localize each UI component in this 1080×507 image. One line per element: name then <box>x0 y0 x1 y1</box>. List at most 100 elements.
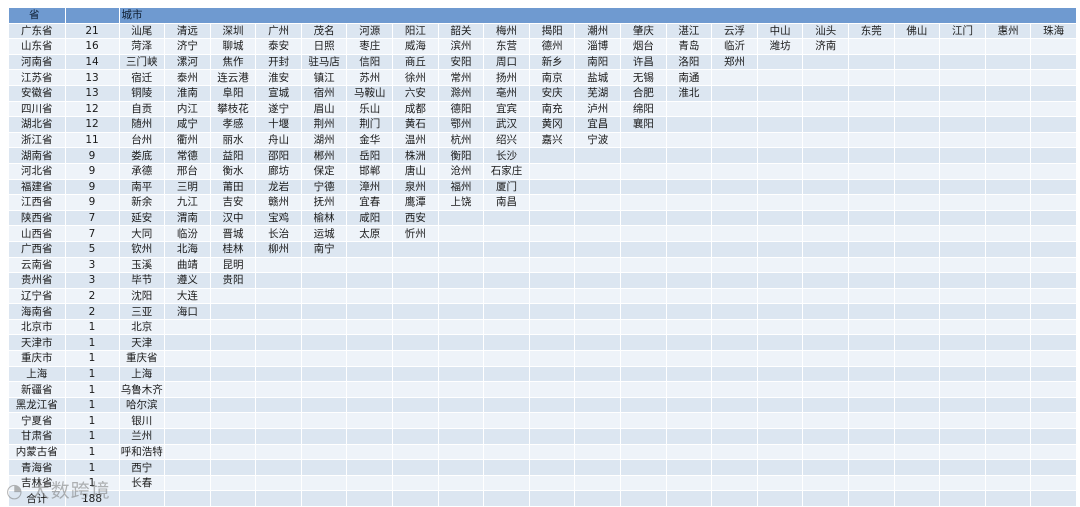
city-cell <box>529 397 576 414</box>
city-cell: 无锡 <box>620 69 667 86</box>
city-cell <box>757 210 804 227</box>
city-cell: 汕尾 <box>119 23 166 40</box>
city-cell <box>802 303 849 320</box>
city-cell: 衡水 <box>210 163 257 180</box>
city-cell: 广州 <box>255 23 302 40</box>
city-cell: 惠州 <box>985 23 1032 40</box>
city-cell: 泰安 <box>255 38 302 55</box>
header-count <box>65 8 120 24</box>
city-cell <box>666 350 713 367</box>
city-cell: 清远 <box>164 23 211 40</box>
city-cell: 益阳 <box>210 147 257 164</box>
city-cell: 银川 <box>119 412 166 430</box>
city-cell <box>757 381 804 398</box>
city-cell: 滨州 <box>438 38 485 55</box>
count-cell: 1 <box>65 459 120 476</box>
city-cell <box>985 38 1032 55</box>
city-cell <box>438 381 485 398</box>
city-cell: 哈尔滨 <box>119 397 166 414</box>
city-cell <box>1030 381 1077 398</box>
city-cell <box>210 319 257 336</box>
city-cell <box>848 147 895 164</box>
city-cell <box>985 210 1032 227</box>
city-cell <box>985 163 1032 180</box>
city-cell <box>802 54 849 71</box>
city-cell <box>255 272 302 289</box>
city-cell <box>346 381 394 398</box>
city-cell <box>392 257 439 274</box>
city-cell <box>757 350 804 367</box>
city-cell <box>392 334 439 352</box>
city-cell <box>894 475 941 492</box>
city-cell: 三门峡 <box>119 54 166 71</box>
city-cell: 徐州 <box>392 69 439 86</box>
city-cell <box>1030 319 1077 336</box>
city-cell <box>894 179 941 196</box>
city-cell: 临沂 <box>711 38 758 55</box>
city-cell <box>301 412 348 430</box>
city-cell: 中山 <box>757 23 804 40</box>
city-cell <box>666 381 713 398</box>
table-row: 内蒙古省 1 呼和浩特 <box>9 444 1077 461</box>
city-cell <box>939 319 986 336</box>
city-cell: 衡阳 <box>438 147 485 164</box>
city-cell <box>620 366 667 383</box>
city-cell <box>848 381 895 398</box>
city-cell <box>438 459 485 476</box>
city-cell <box>666 303 713 320</box>
city-cell <box>939 397 986 414</box>
city-cell: 渭南 <box>164 210 211 227</box>
city-cell: 临汾 <box>164 225 211 242</box>
city-cell: 枣庄 <box>346 38 394 55</box>
city-cell <box>939 38 986 55</box>
city-cell <box>939 132 986 149</box>
city-cell <box>346 459 394 476</box>
table-row: 黑龙江省 1 哈尔滨 <box>9 397 1077 414</box>
city-cell: 曲靖 <box>164 257 211 274</box>
city-cell <box>848 241 895 258</box>
city-cell <box>848 69 895 86</box>
city-cell <box>711 428 758 445</box>
city-cell: 嘉兴 <box>529 132 576 149</box>
city-cell <box>164 459 211 476</box>
city-cell: 金华 <box>346 132 394 149</box>
city-cell <box>574 334 622 352</box>
city-cell: 郴州 <box>301 147 348 164</box>
city-cell <box>529 194 576 211</box>
city-cell <box>711 397 758 414</box>
city-cell <box>1030 194 1077 211</box>
city-cell <box>1030 116 1077 133</box>
city-cell <box>255 475 302 492</box>
city-cell: 常德 <box>164 147 211 164</box>
city-cell <box>438 475 485 492</box>
city-cell: 晋城 <box>210 225 257 242</box>
city-cell <box>711 303 758 320</box>
city-cell: 自贡 <box>119 101 166 118</box>
city-cell <box>711 257 758 274</box>
city-cell <box>711 241 758 258</box>
city-cell: 遂宁 <box>255 101 302 118</box>
city-cell <box>301 319 348 336</box>
empty-cell <box>711 490 758 507</box>
city-cell: 开封 <box>255 54 302 71</box>
count-cell: 11 <box>65 132 120 149</box>
city-cell <box>985 272 1032 289</box>
city-cell: 漯河 <box>164 54 211 71</box>
city-cell <box>939 366 986 383</box>
city-cell: 南充 <box>529 101 576 118</box>
city-cell: 宁德 <box>301 179 348 196</box>
city-cell <box>985 147 1032 164</box>
city-cell <box>848 225 895 242</box>
city-cell: 泉州 <box>392 179 439 196</box>
city-cell <box>939 225 986 242</box>
city-cell <box>802 428 849 445</box>
city-cell <box>438 366 485 383</box>
city-cell <box>1030 334 1077 352</box>
city-cell <box>711 475 758 492</box>
city-cell <box>529 225 576 242</box>
city-cell: 芜湖 <box>574 85 622 102</box>
city-cell <box>620 210 667 227</box>
city-cell <box>620 179 667 196</box>
watermark-logo: ◔ 大数跨境 <box>6 476 111 503</box>
city-cell <box>483 459 530 476</box>
